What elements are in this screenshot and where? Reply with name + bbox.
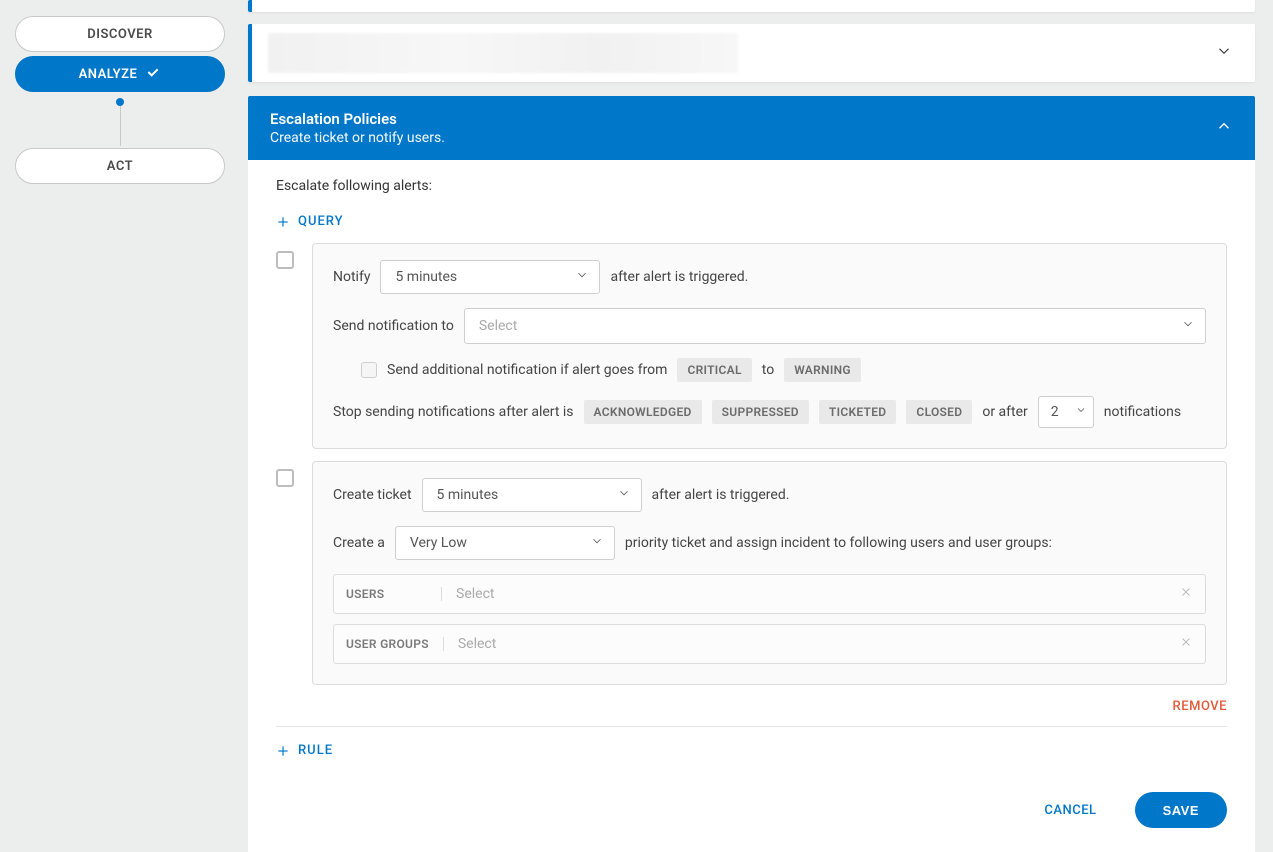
after-trigger-text: after alert is triggered.: [610, 269, 748, 285]
notify-label: Notify: [333, 269, 370, 285]
chevron-up-icon: [1215, 117, 1233, 139]
tag-ticketed: Ticketed: [819, 400, 897, 424]
tag-critical: Critical: [677, 358, 751, 382]
panel-body: Escalate following alerts: QUERY Notify …: [248, 160, 1255, 852]
after-trigger-text: after alert is triggered.: [652, 487, 790, 503]
chevron-down-icon: [1181, 317, 1195, 335]
notify-checkbox[interactable]: [276, 251, 294, 269]
notification-count-select[interactable]: 2: [1038, 396, 1094, 428]
step-discover[interactable]: DISCOVER: [15, 16, 225, 52]
cancel-button[interactable]: CANCEL: [1044, 803, 1096, 818]
chevron-down-icon: [575, 268, 589, 286]
users-label: USERS: [346, 587, 442, 601]
or-after-text: or after: [982, 404, 1027, 420]
ticket-block: Create ticket 5 minutes after alert is t…: [312, 461, 1227, 685]
step-analyze[interactable]: ANALYZE: [15, 56, 225, 92]
ticket-priority-select[interactable]: Very Low: [395, 526, 615, 560]
close-icon[interactable]: [1179, 585, 1193, 603]
step-act[interactable]: ACT: [15, 148, 225, 184]
panel-header[interactable]: Escalation Policies Create ticket or not…: [248, 96, 1255, 160]
send-notification-select[interactable]: Select: [464, 308, 1206, 344]
add-rule-label: RULE: [298, 743, 333, 758]
select-placeholder: Select: [458, 636, 1165, 652]
users-select[interactable]: USERS Select: [333, 574, 1206, 614]
ticket-checkbox[interactable]: [276, 469, 294, 487]
escalation-policies-panel: Escalation Policies Create ticket or not…: [248, 96, 1255, 852]
chevron-down-icon: [617, 486, 631, 504]
notify-delay-select[interactable]: 5 minutes: [380, 260, 600, 294]
collapsed-panel[interactable]: [248, 24, 1255, 82]
tag-closed: Closed: [906, 400, 972, 424]
dot-icon: [116, 98, 124, 106]
close-icon[interactable]: [1179, 635, 1193, 653]
chevron-down-icon: [590, 534, 604, 552]
send-notification-label: Send notification to: [333, 318, 454, 334]
stop-sending-text: Stop sending notifications after alert i…: [333, 404, 574, 420]
step-connector: [12, 94, 228, 146]
intro-text: Escalate following alerts:: [276, 178, 1227, 194]
tag-warning: Warning: [784, 358, 861, 382]
select-value: 5 minutes: [437, 487, 607, 503]
notify-block: Notify 5 minutes after alert is triggere…: [312, 243, 1227, 449]
check-icon: [145, 64, 161, 84]
to-text: to: [762, 362, 774, 378]
ticket-delay-select[interactable]: 5 minutes: [422, 478, 642, 512]
remove-button[interactable]: REMOVE: [276, 699, 1227, 714]
user-groups-label: USER GROUPS: [346, 637, 444, 651]
step-label: DISCOVER: [87, 27, 153, 42]
redacted-title: [268, 33, 738, 73]
tag-suppressed: Suppressed: [712, 400, 809, 424]
panel-stub: [248, 0, 1255, 12]
panel-title: Escalation Policies: [270, 110, 445, 128]
notifications-suffix: notifications: [1104, 404, 1181, 420]
add-rule-button[interactable]: RULE: [276, 743, 333, 758]
chevron-down-icon: [1215, 42, 1233, 64]
divider: [276, 726, 1227, 727]
add-query-button[interactable]: QUERY: [276, 214, 344, 229]
step-label: ACT: [107, 159, 133, 174]
wizard-sidebar: DISCOVER ANALYZE ACT: [0, 0, 240, 200]
user-groups-select[interactable]: USER GROUPS Select: [333, 624, 1206, 664]
panel-subtitle: Create ticket or notify users.: [270, 130, 445, 146]
select-value: 2: [1051, 404, 1065, 420]
save-button[interactable]: SAVE: [1135, 792, 1227, 828]
main-content: Escalation Policies Create ticket or not…: [248, 0, 1255, 852]
select-placeholder: Select: [456, 586, 1165, 602]
additional-notification-text: Send additional notification if alert go…: [387, 362, 667, 378]
select-value: 5 minutes: [395, 269, 565, 285]
panel-footer: CANCEL SAVE: [276, 772, 1227, 828]
assign-text: priority ticket and assign incident to f…: [625, 535, 1052, 551]
create-ticket-label: Create ticket: [333, 487, 412, 503]
additional-notification-checkbox[interactable]: [361, 362, 377, 378]
plus-icon: [276, 215, 290, 229]
create-a-label: Create a: [333, 535, 385, 551]
chevron-down-icon: [1075, 404, 1087, 420]
tag-acknowledged: Acknowledged: [584, 400, 702, 424]
step-label: ANALYZE: [79, 67, 138, 82]
plus-icon: [276, 744, 290, 758]
select-value: Very Low: [410, 535, 580, 551]
select-placeholder: Select: [479, 318, 1171, 334]
add-query-label: QUERY: [298, 214, 344, 229]
